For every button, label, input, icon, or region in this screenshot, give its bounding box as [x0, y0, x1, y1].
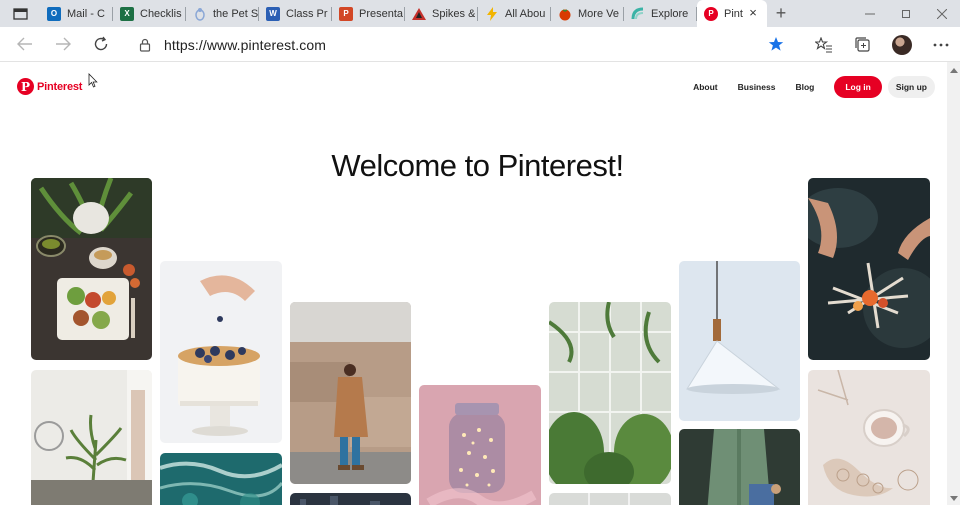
page-scrollbar[interactable]: [947, 62, 960, 505]
refresh-icon: [94, 36, 108, 51]
tab-presentation[interactable]: P Presenta: [332, 0, 405, 27]
tab-title: Explore: [651, 7, 689, 20]
scroll-up-arrow-icon[interactable]: [950, 68, 958, 73]
tab-title: More Ve: [578, 7, 619, 20]
pin-jar-lights[interactable]: [419, 385, 541, 505]
pin-coffee-flatlay[interactable]: [808, 370, 930, 505]
powerpoint-icon: P: [339, 6, 353, 21]
tab-explore[interactable]: Explore: [624, 0, 697, 27]
tab-actions-icon: [12, 7, 28, 20]
tab-strip: O Mail - C X Checklis the Pet S W Class …: [0, 0, 960, 27]
pinterest-logo-icon: P: [17, 78, 34, 95]
login-button[interactable]: Log in: [834, 76, 882, 98]
avatar: [891, 34, 912, 55]
signup-button[interactable]: Sign up: [887, 76, 935, 98]
pin-man-street[interactable]: [290, 302, 411, 484]
tab-title: the Pet S: [213, 7, 259, 20]
favorite-star-icon[interactable]: [768, 36, 784, 57]
tomato-icon: [558, 7, 572, 21]
petshop-icon: [193, 7, 207, 21]
scroll-down-arrow-icon[interactable]: [950, 496, 958, 501]
collections-button[interactable]: [843, 27, 882, 62]
tab-all-about[interactable]: All Abou: [478, 0, 551, 27]
pin-greenhouse[interactable]: [549, 302, 671, 484]
pin-dark-city[interactable]: [290, 493, 411, 505]
pinterest-logo[interactable]: P Pinterest: [17, 78, 82, 95]
back-button[interactable]: [6, 27, 44, 62]
nav-business-link[interactable]: Business: [738, 82, 776, 92]
tab-spikes[interactable]: Spikes &: [405, 0, 478, 27]
back-arrow-icon: [17, 37, 32, 51]
tab-more-veggies[interactable]: More Ve: [551, 0, 624, 27]
tab-title: Checklis: [140, 7, 182, 20]
refresh-button[interactable]: [82, 27, 120, 62]
pin-pendant-lamp[interactable]: [679, 261, 800, 421]
forward-button[interactable]: [44, 27, 82, 62]
window-controls: [852, 0, 960, 27]
top-navigation: About Business Blog Log in Sign up: [693, 76, 935, 98]
collections-icon: [854, 36, 870, 52]
tab-title: Presenta: [359, 7, 404, 20]
favorites-button[interactable]: [804, 27, 843, 62]
pin-ocean-aerial[interactable]: [160, 453, 282, 505]
mouse-cursor-icon: [88, 73, 98, 88]
pinterest-icon: P: [704, 6, 718, 21]
profile-button[interactable]: [882, 27, 921, 62]
favorites-list-icon: [814, 36, 832, 52]
pin-campfire[interactable]: [808, 178, 930, 360]
outlook-icon: O: [47, 6, 61, 21]
pin-salad-bowl[interactable]: [31, 178, 152, 360]
minimize-icon[interactable]: [852, 0, 888, 27]
tab-pet-shop[interactable]: the Pet S: [186, 0, 259, 27]
pin-man-denim[interactable]: [679, 429, 800, 505]
tab-class-project[interactable]: W Class Pr: [259, 0, 332, 27]
forward-arrow-icon: [56, 37, 71, 51]
pin-blueberry-cake[interactable]: [160, 261, 282, 443]
tab-actions-button[interactable]: [0, 0, 40, 27]
pin-plant-interior[interactable]: [31, 370, 152, 505]
explore-icon: [631, 7, 645, 21]
tab-pinterest-active[interactable]: P Pint ×: [697, 0, 767, 27]
word-icon: W: [266, 6, 280, 21]
lock-icon: [139, 38, 151, 52]
close-window-icon[interactable]: [924, 0, 960, 27]
spikes-icon: [412, 7, 426, 21]
tab-mail[interactable]: O Mail - C: [40, 0, 113, 27]
tab-title: All Abou: [505, 7, 546, 20]
pin-greenhouse-2[interactable]: [549, 493, 671, 505]
nav-about-link[interactable]: About: [693, 82, 718, 92]
restore-icon[interactable]: [888, 0, 924, 27]
tab-title: Spikes &: [432, 7, 476, 20]
tab-title: Mail - C: [67, 7, 105, 20]
tab-checklist[interactable]: X Checklis: [113, 0, 186, 27]
tab-title: Pint: [724, 7, 743, 20]
address-bar[interactable]: https://www.pinterest.com: [126, 31, 794, 58]
excel-icon: X: [120, 6, 134, 21]
lightning-icon: [485, 6, 499, 21]
nav-blog-link[interactable]: Blog: [795, 82, 814, 92]
url-text[interactable]: https://www.pinterest.com: [164, 37, 326, 53]
settings-menu-button[interactable]: [921, 27, 960, 62]
new-tab-button[interactable]: +: [767, 0, 795, 27]
pinterest-wordmark: Pinterest: [37, 80, 83, 93]
browser-toolbar: https://www.pinterest.com: [0, 27, 960, 62]
tab-title: Class Pr: [286, 7, 328, 20]
more-options-icon: [933, 43, 948, 46]
close-tab-icon[interactable]: ×: [746, 6, 760, 20]
pinterest-page: P Pinterest About Business Blog Log in S…: [0, 62, 947, 505]
toolbar-right: [804, 27, 960, 62]
